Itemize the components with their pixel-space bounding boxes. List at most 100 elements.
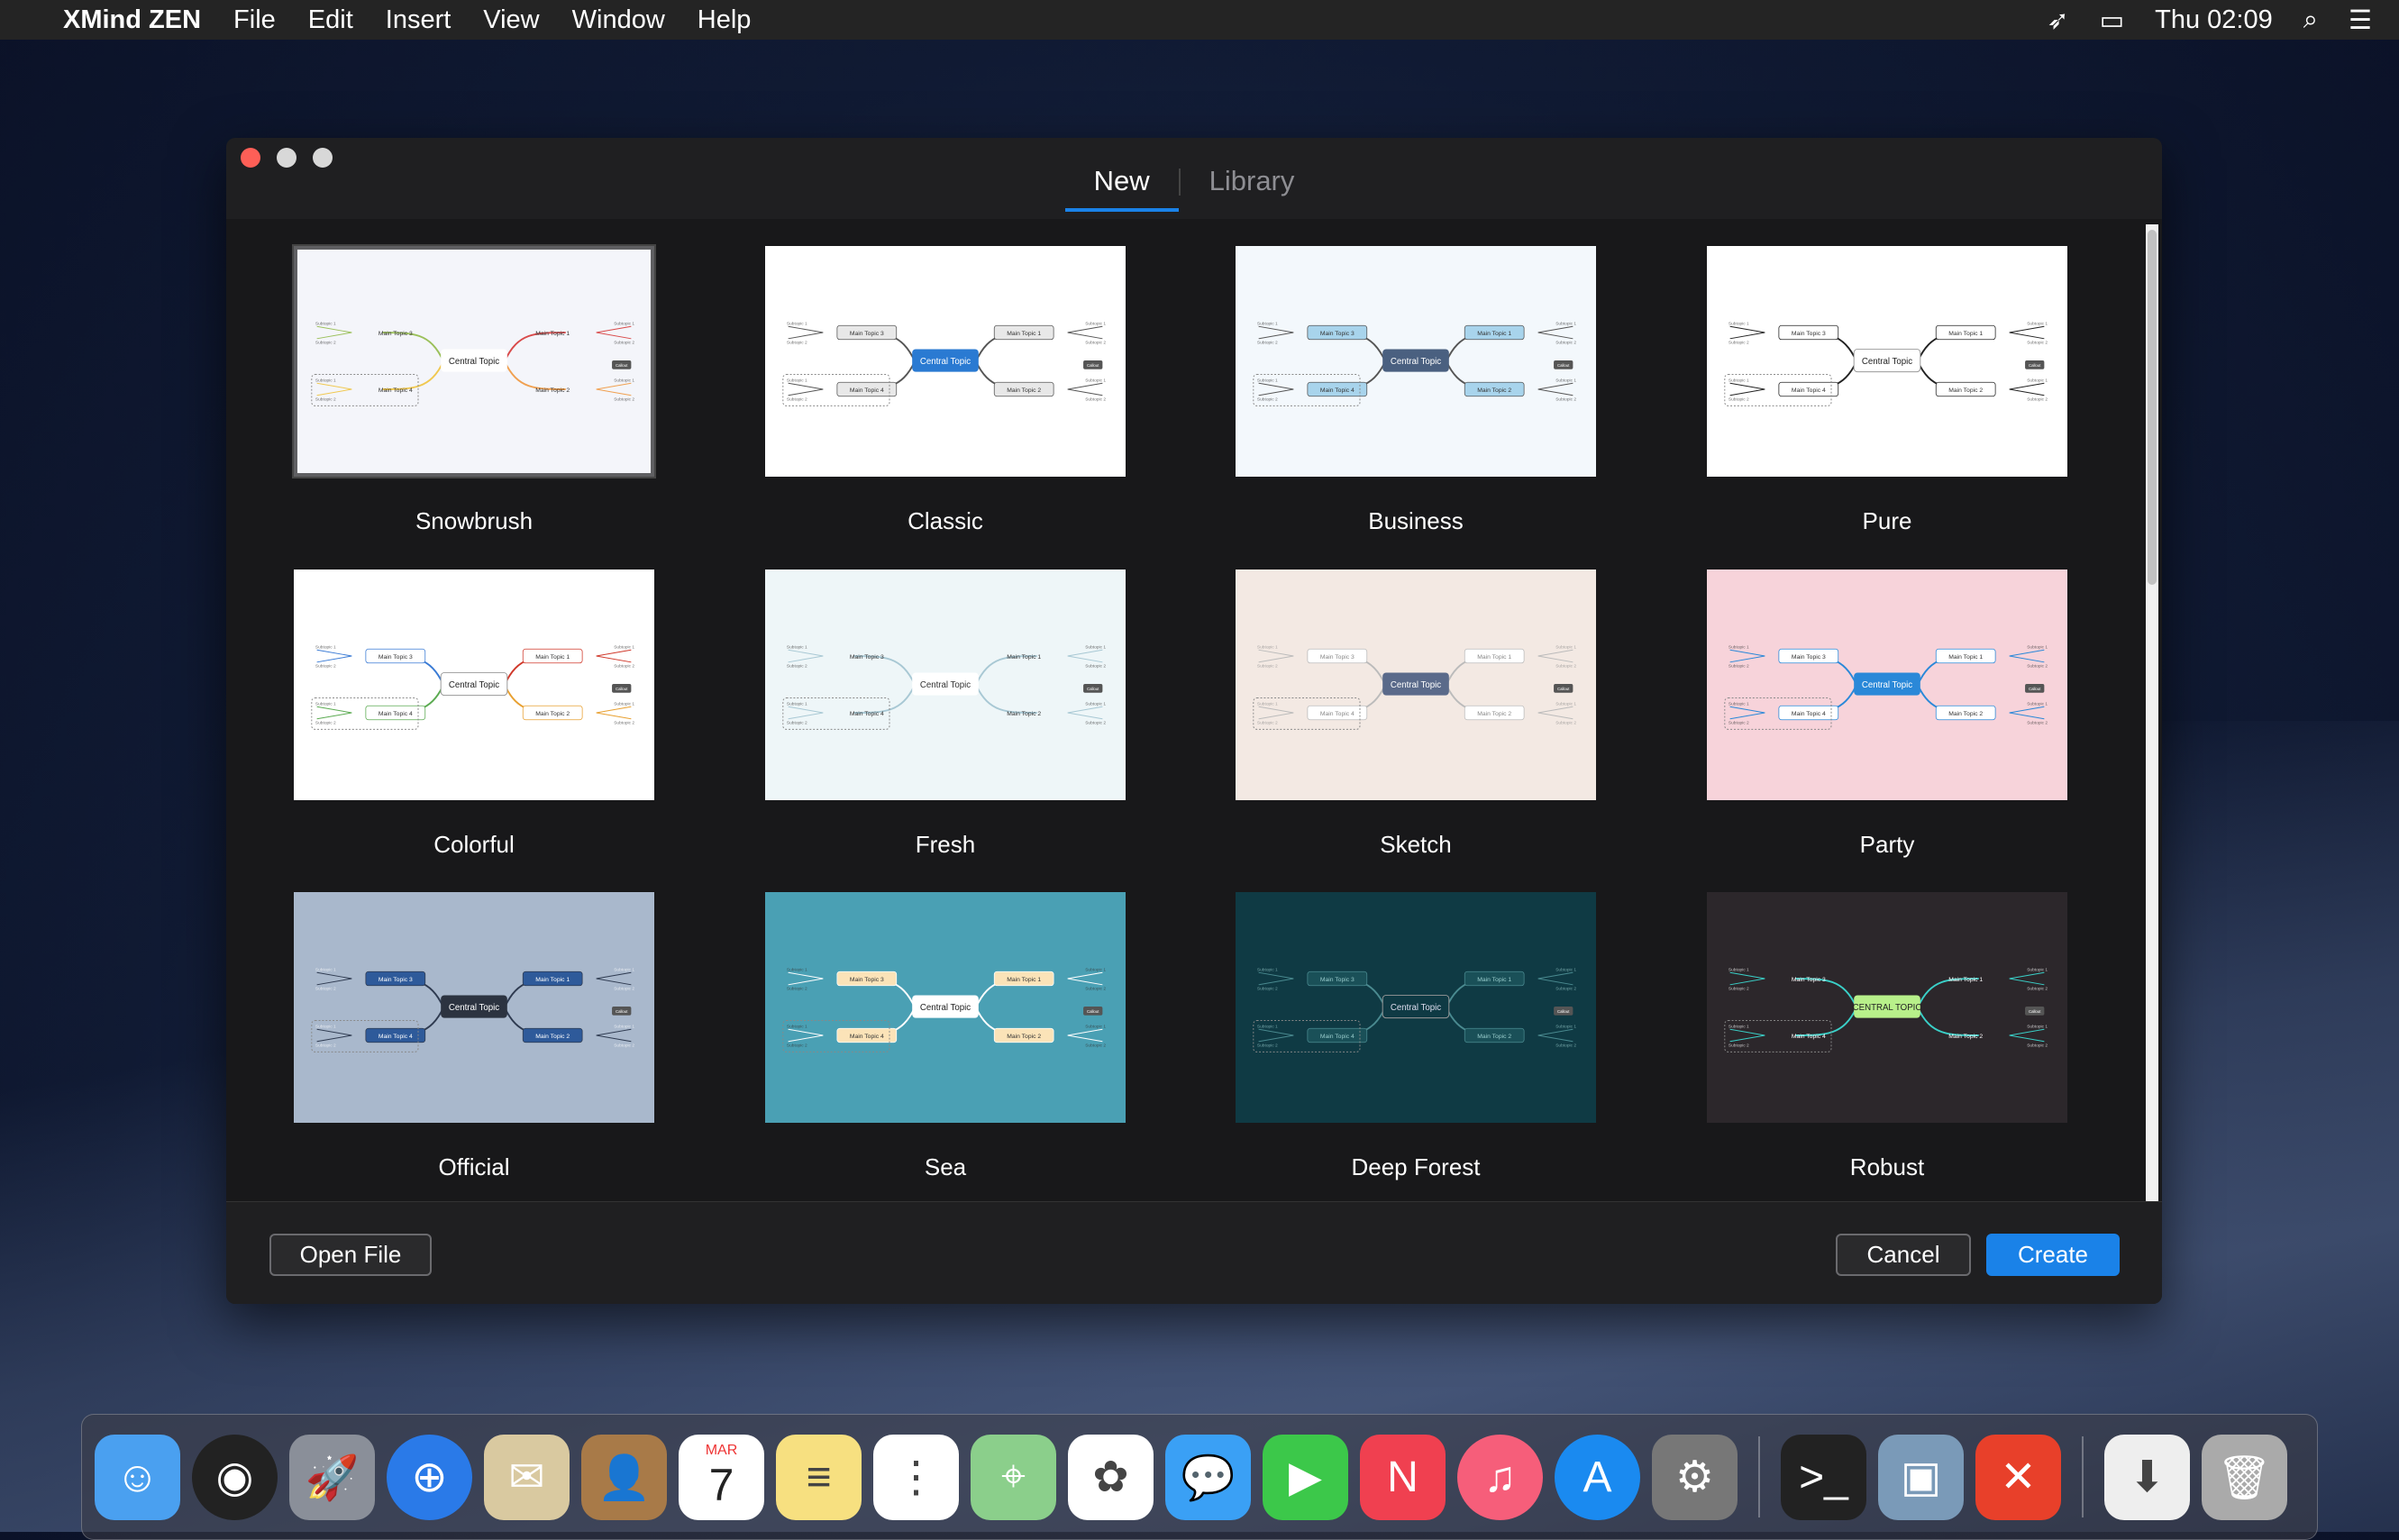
preview-icon[interactable]: ▣ (1878, 1434, 1964, 1520)
svg-text:Subtopic 1: Subtopic 1 (1257, 644, 1278, 650)
template-colorful[interactable]: Central Topic Main Topic 3 Main Topic 4 Ma… (285, 570, 663, 859)
svg-text:Main Topic 1: Main Topic 1 (1948, 654, 1983, 661)
svg-text:Subtopic 2: Subtopic 2 (1555, 664, 1576, 670)
template-official[interactable]: Central Topic Main Topic 3 Main Topic 4 Ma… (285, 892, 663, 1181)
svg-text:Main Topic 3: Main Topic 3 (379, 654, 413, 661)
svg-text:Subtopic 1: Subtopic 1 (1555, 378, 1576, 383)
template-grid: Central Topic Main Topic 3 Main Topic 4 Ma… (226, 219, 2162, 1201)
system-preferences-icon[interactable]: ⚙ (1652, 1434, 1738, 1520)
svg-text:Subtopic 2: Subtopic 2 (1729, 664, 1749, 670)
news-icon[interactable]: N (1360, 1434, 1446, 1520)
safari-icon[interactable]: ⊕ (387, 1434, 472, 1520)
svg-text:Subtopic 2: Subtopic 2 (614, 987, 634, 992)
template-business[interactable]: Central Topic Main Topic 3 Main Topic 4 Ma… (1227, 246, 1605, 535)
template-fresh[interactable]: Central Topic Main Topic 3 Main Topic 4 Ma… (756, 570, 1135, 859)
svg-text:Main Topic 1: Main Topic 1 (1948, 977, 1983, 983)
template-deep-forest[interactable]: Central Topic Main Topic 3 Main Topic 4 Ma… (1227, 892, 1605, 1181)
svg-text:Subtopic 2: Subtopic 2 (2027, 987, 2048, 992)
svg-text:Main Topic 4: Main Topic 4 (379, 711, 413, 717)
template-thumbnail[interactable]: CENTRAL TOPIC Main Topic 3 Main Topic 4 Ma… (1707, 892, 2067, 1123)
template-thumbnail[interactable]: Central Topic Main Topic 3 Main Topic 4 Ma… (294, 892, 654, 1123)
svg-text:Main Topic 1: Main Topic 1 (1477, 331, 1511, 337)
menu-window[interactable]: Window (572, 5, 665, 35)
svg-text:Main Topic 3: Main Topic 3 (1320, 654, 1355, 661)
downloads-icon[interactable]: ⬇ (2104, 1434, 2190, 1520)
dock-separator (1758, 1436, 1760, 1517)
svg-text:Subtopic 1: Subtopic 1 (614, 701, 634, 706)
template-classic[interactable]: Central Topic Main Topic 3 Main Topic 4 Ma… (756, 246, 1135, 535)
contacts-icon[interactable]: 👤 (581, 1434, 667, 1520)
app-store-icon[interactable]: A (1555, 1434, 1640, 1520)
template-sketch[interactable]: Central Topic Main Topic 3 Main Topic 4 Ma… (1227, 570, 1605, 859)
cancel-button[interactable]: Cancel (1836, 1234, 1971, 1276)
messages-icon[interactable]: 💬 (1165, 1434, 1251, 1520)
menu-edit[interactable]: Edit (308, 5, 353, 35)
tab-new[interactable]: New (1064, 165, 1179, 212)
template-thumbnail[interactable]: Central Topic Main Topic 3 Main Topic 4 Ma… (1236, 892, 1596, 1123)
facetime-icon[interactable]: ▶ (1263, 1434, 1348, 1520)
spotlight-search-icon[interactable]: ⌕ (2303, 5, 2318, 35)
svg-text:Subtopic 1: Subtopic 1 (787, 701, 807, 706)
maps-icon[interactable]: ⌖ (971, 1434, 1056, 1520)
template-name: Fresh (915, 831, 976, 858)
svg-text:Subtopic 2: Subtopic 2 (614, 1043, 634, 1049)
svg-text:Main Topic 3: Main Topic 3 (379, 977, 413, 983)
photos-icon[interactable]: ✿ (1068, 1434, 1154, 1520)
template-thumbnail[interactable]: Central Topic Main Topic 3 Main Topic 4 Ma… (1236, 246, 1596, 477)
svg-text:Main Topic 4: Main Topic 4 (850, 1034, 884, 1040)
svg-text:Central Topic: Central Topic (920, 680, 971, 690)
svg-text:Callout: Callout (2029, 1009, 2041, 1014)
svg-text:Main Topic 1: Main Topic 1 (1007, 654, 1041, 661)
menu-insert[interactable]: Insert (386, 5, 452, 35)
template-thumbnail[interactable]: Central Topic Main Topic 3 Main Topic 4 Ma… (1236, 570, 1596, 800)
menu-app-name[interactable]: XMind ZEN (63, 5, 201, 35)
template-pure[interactable]: Central Topic Main Topic 3 Main Topic 4 Ma… (1698, 246, 2076, 535)
menu-file[interactable]: File (233, 5, 276, 35)
svg-text:Subtopic 1: Subtopic 1 (1085, 378, 1106, 383)
svg-text:Main Topic 2: Main Topic 2 (535, 387, 570, 394)
launchpad-icon[interactable]: 🚀 (289, 1434, 375, 1520)
template-thumbnail[interactable]: Central Topic Main Topic 3 Main Topic 4 Ma… (292, 244, 656, 478)
scrollbar-thumb[interactable] (2148, 230, 2157, 585)
terminal-icon[interactable]: >_ (1781, 1434, 1866, 1520)
svg-text:Subtopic 1: Subtopic 1 (1555, 967, 1576, 972)
template-thumbnail[interactable]: Central Topic Main Topic 3 Main Topic 4 Ma… (1707, 570, 2067, 800)
xmind-share-icon[interactable]: ➶ (2047, 5, 2068, 36)
scrollbar[interactable] (2146, 224, 2158, 1201)
template-robust[interactable]: CENTRAL TOPIC Main Topic 3 Main Topic 4 Ma… (1698, 892, 2076, 1181)
svg-text:Subtopic 2: Subtopic 2 (1257, 397, 1278, 403)
template-snowbrush[interactable]: Central Topic Main Topic 3 Main Topic 4 Ma… (285, 244, 663, 535)
notification-center-icon[interactable]: ☰ (2349, 5, 2372, 36)
airplay-display-icon[interactable]: ▭ (2100, 5, 2124, 36)
tab-library[interactable]: Library (1181, 165, 1324, 212)
svg-text:Subtopic 1: Subtopic 1 (2027, 378, 2048, 383)
template-party[interactable]: Central Topic Main Topic 3 Main Topic 4 Ma… (1698, 570, 2076, 859)
svg-text:Main Topic 4: Main Topic 4 (1320, 711, 1355, 717)
trash-icon[interactable]: 🗑 (2202, 1434, 2287, 1520)
svg-text:Main Topic 4: Main Topic 4 (1320, 387, 1355, 394)
template-thumbnail[interactable]: Central Topic Main Topic 3 Main Topic 4 Ma… (765, 570, 1126, 800)
open-file-button[interactable]: Open File (269, 1234, 432, 1276)
svg-text:Main Topic 4: Main Topic 4 (379, 1034, 413, 1040)
create-button[interactable]: Create (1986, 1234, 2120, 1276)
music-icon[interactable]: ♫ (1457, 1434, 1543, 1520)
template-sea[interactable]: Central Topic Main Topic 3 Main Topic 4 Ma… (756, 892, 1135, 1181)
template-thumbnail[interactable]: Central Topic Main Topic 3 Main Topic 4 Ma… (294, 570, 654, 800)
template-thumbnail[interactable]: Central Topic Main Topic 3 Main Topic 4 Ma… (1707, 246, 2067, 477)
mail-icon[interactable]: ✉ (484, 1434, 570, 1520)
notes-icon[interactable]: ≡ (776, 1434, 862, 1520)
calendar-icon[interactable]: MAR 7 (679, 1434, 764, 1520)
template-thumbnail[interactable]: Central Topic Main Topic 3 Main Topic 4 Ma… (765, 892, 1126, 1123)
clock[interactable]: Thu 02:09 (2155, 5, 2273, 35)
menu-view[interactable]: View (483, 5, 539, 35)
siri-icon[interactable]: ◉ (192, 1434, 278, 1520)
menu-help[interactable]: Help (698, 5, 752, 35)
reminders-icon[interactable]: ⋮ (873, 1434, 959, 1520)
template-name: Business (1368, 507, 1464, 534)
svg-text:Main Topic 4: Main Topic 4 (850, 711, 884, 717)
xmind-icon[interactable]: ✕ (1975, 1434, 2061, 1520)
svg-text:Subtopic 2: Subtopic 2 (1555, 987, 1576, 992)
svg-text:Callout: Callout (1087, 1009, 1099, 1014)
template-thumbnail[interactable]: Central Topic Main Topic 3 Main Topic 4 Ma… (765, 246, 1126, 477)
finder-icon[interactable]: ☺ (95, 1434, 180, 1520)
